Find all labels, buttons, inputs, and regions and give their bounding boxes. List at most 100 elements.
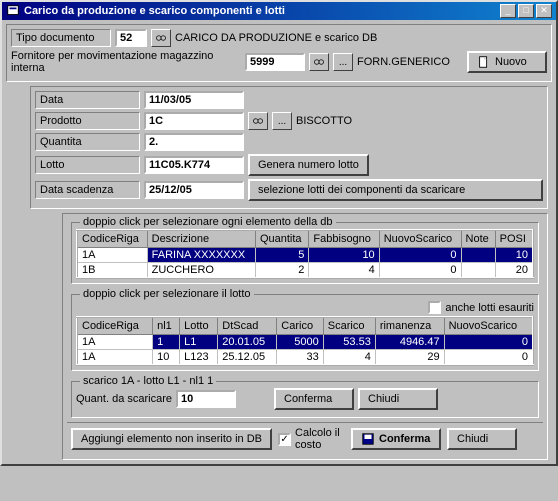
table-cell: 25.12.05 [218, 350, 277, 366]
footer-conferma-button[interactable]: Conferma [351, 428, 441, 450]
fornitore-input[interactable] [245, 53, 305, 71]
scadenza-input[interactable] [144, 181, 244, 199]
scarico-legend: scarico 1A - lotto L1 - nl1 1 [80, 375, 216, 387]
column-header[interactable]: nl1 [153, 317, 180, 335]
table-cell: 10 [153, 350, 180, 366]
column-header[interactable]: Carico [277, 317, 323, 335]
table-cell: 0 [444, 335, 533, 350]
save-icon [361, 432, 375, 446]
table-row[interactable]: 1A10L12325.12.05334290 [77, 350, 533, 366]
quant-scaricare-label: Quant. da scaricare [76, 393, 172, 405]
table-row[interactable]: 1A1L120.01.05500053.534946.470 [77, 335, 533, 350]
titlebar: Carico da produzione e scarico component… [2, 2, 556, 20]
table-cell: 0 [379, 248, 461, 263]
selezione-lotti-button[interactable]: selezione lotti dei componenti da scaric… [248, 179, 543, 201]
window-title: Carico da produzione e scarico component… [24, 5, 500, 17]
prodotto-desc: BISCOTTO [296, 115, 352, 127]
table-cell: 0 [444, 350, 533, 366]
new-doc-icon [477, 55, 491, 69]
lotto-legend: doppio click per selezionare il lotto [80, 288, 254, 300]
genera-lotto-button[interactable]: Genera numero lotto [248, 154, 369, 176]
tipo-documento-input[interactable] [115, 29, 147, 47]
prodotto-input[interactable] [144, 112, 244, 130]
table-cell: 1A [77, 248, 147, 263]
column-header[interactable]: POSI [495, 230, 533, 248]
scarico-chiudi-button[interactable]: Chiudi [358, 388, 438, 410]
table-cell: 33 [277, 350, 323, 366]
table-cell: 53.53 [323, 335, 375, 350]
table-cell [461, 263, 495, 279]
aggiungi-elemento-button[interactable]: Aggiungi elemento non inserito in DB [71, 428, 272, 450]
fornitore-desc: FORN.GENERICO [357, 56, 450, 68]
anche-esauriti-label: anche lotti esauriti [445, 302, 534, 314]
table-cell: L123 [180, 350, 218, 366]
table-cell: 1B [77, 263, 147, 279]
quant-scaricare-input[interactable] [176, 390, 236, 408]
table-cell: 1A [77, 335, 153, 350]
table-row[interactable]: 1BZUCCHERO240 20 [77, 263, 533, 279]
db-legend: doppio click per selezionare ogni elemen… [80, 216, 336, 228]
quantita-label: Quantita [35, 133, 140, 151]
lotto-table[interactable]: CodiceRiganl1LottoDtScadCaricoScaricorim… [76, 316, 534, 366]
table-cell: ZUCCHERO [147, 263, 255, 279]
table-cell: 10 [309, 248, 379, 263]
binoculars-icon [313, 56, 325, 68]
prodotto-lookup-button[interactable] [248, 112, 268, 130]
tipo-documento-lookup-button[interactable] [151, 29, 171, 47]
column-header[interactable]: NuovoScarico [379, 230, 461, 248]
column-header[interactable]: Note [461, 230, 495, 248]
prodotto-ellipsis-button[interactable]: ... [272, 112, 292, 130]
maximize-button[interactable]: □ [518, 4, 534, 18]
nuovo-button[interactable]: Nuovo [467, 51, 547, 73]
data-label: Data [35, 91, 140, 109]
binoculars-icon [155, 32, 167, 44]
table-cell: 1 [153, 335, 180, 350]
tipo-documento-label: Tipo documento [11, 29, 111, 47]
table-cell: FARINA XXXXXXX [147, 248, 255, 263]
column-header[interactable]: rimanenza [375, 317, 444, 335]
lotto-label: Lotto [35, 156, 140, 174]
table-cell: 10 [495, 248, 533, 263]
table-cell: L1 [180, 335, 218, 350]
table-cell: 29 [375, 350, 444, 366]
column-header[interactable]: NuovoScarico [444, 317, 533, 335]
table-cell: 2 [255, 263, 308, 279]
table-cell [461, 248, 495, 263]
column-header[interactable]: Descrizione [147, 230, 255, 248]
fornitore-ellipsis-button[interactable]: ... [333, 53, 353, 71]
close-button[interactable]: ✕ [536, 4, 552, 18]
table-cell: 4 [323, 350, 375, 366]
db-table[interactable]: CodiceRigaDescrizioneQuantitaFabbisognoN… [76, 229, 534, 279]
quantita-input[interactable] [144, 133, 244, 151]
data-input[interactable] [144, 91, 244, 109]
column-header[interactable]: Scarico [323, 317, 375, 335]
table-row[interactable]: 1AFARINA XXXXXXX510010 [77, 248, 533, 263]
table-cell: 4946.47 [375, 335, 444, 350]
column-header[interactable]: CodiceRiga [77, 317, 153, 335]
binoculars-icon [252, 115, 264, 127]
scarico-conferma-button[interactable]: Conferma [274, 388, 354, 410]
scadenza-label: Data scadenza [35, 181, 140, 199]
calcolo-costo-checkbox[interactable]: ✓ [278, 433, 291, 446]
minimize-button[interactable]: _ [500, 4, 516, 18]
app-icon [6, 4, 20, 18]
calcolo-costo-label: Calcolo il costo [295, 427, 345, 451]
anche-esauriti-checkbox[interactable] [428, 301, 441, 314]
tipo-documento-desc: CARICO DA PRODUZIONE e scarico DB [175, 32, 377, 44]
table-cell: 0 [379, 263, 461, 279]
fornitore-label: Fornitore per movimentazione magazzino i… [11, 50, 241, 74]
fornitore-lookup-button[interactable] [309, 53, 329, 71]
column-header[interactable]: CodiceRiga [77, 230, 147, 248]
table-cell: 20.01.05 [218, 335, 277, 350]
column-header[interactable]: Fabbisogno [309, 230, 379, 248]
column-header[interactable]: Quantita [255, 230, 308, 248]
column-header[interactable]: DtScad [218, 317, 277, 335]
table-cell: 20 [495, 263, 533, 279]
column-header[interactable]: Lotto [180, 317, 218, 335]
footer-chiudi-button[interactable]: Chiudi [447, 428, 517, 450]
table-cell: 5000 [277, 335, 323, 350]
prodotto-label: Prodotto [35, 112, 140, 130]
table-cell: 1A [77, 350, 153, 366]
lotto-input[interactable] [144, 156, 244, 174]
table-cell: 4 [309, 263, 379, 279]
